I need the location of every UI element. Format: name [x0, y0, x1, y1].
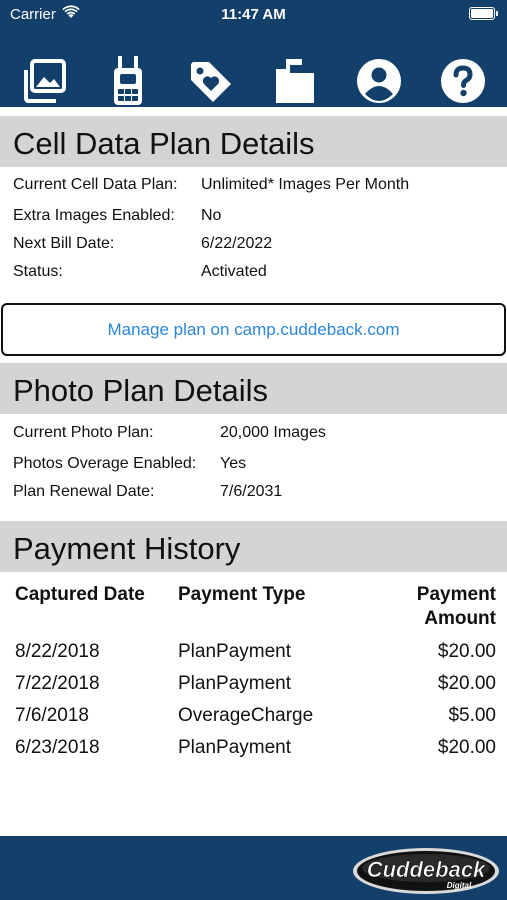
row-amount: $20.00 [437, 737, 496, 758]
row-date: 7/22/2018 [15, 673, 100, 694]
clock: 11:47 AM [221, 6, 286, 23]
row-date: 7/6/2018 [15, 705, 89, 726]
manage-plan-link[interactable]: Manage plan on camp.cuddeback.com [107, 320, 399, 340]
cell-plan-section-header: Cell Data Plan Details [0, 116, 507, 167]
folders-icon[interactable] [270, 56, 320, 106]
photos-overage-value: Yes [220, 455, 247, 472]
row-type: OverageCharge [178, 705, 314, 726]
photo-plan-label: Current Photo Plan: [13, 424, 154, 441]
status-label: Status: [13, 263, 63, 280]
row-date: 8/22/2018 [15, 641, 100, 662]
captured-date-header: Captured Date [15, 584, 145, 605]
cell-plan-label: Current Cell Data Plan: [13, 176, 178, 193]
app-header: Carrier 11:47 AM [0, 0, 507, 107]
camera-device-icon[interactable] [103, 56, 153, 106]
photo-plan-title: Photo Plan Details [13, 373, 269, 408]
row-amount: $20.00 [437, 641, 496, 662]
svg-text:Cuddeback: Cuddeback [367, 857, 487, 882]
payment-history-section-header: Payment History [0, 521, 507, 572]
payment-amount-header-line1: Payment [416, 584, 496, 605]
cell-plan-value: Unlimited* Images Per Month [201, 176, 410, 193]
battery-icon [469, 7, 498, 20]
extra-images-value: No [201, 207, 222, 224]
svg-text:Digital: Digital [447, 881, 472, 890]
photos-icon[interactable] [20, 56, 70, 106]
next-bill-date-label: Next Bill Date: [13, 235, 115, 252]
status-bar: Carrier 11:47 AM [0, 0, 507, 28]
extra-images-label: Extra Images Enabled: [13, 207, 175, 224]
photo-plan-section-header: Photo Plan Details [0, 363, 507, 414]
payment-history-title: Payment History [13, 531, 241, 566]
payment-type-header: Payment Type [178, 584, 306, 605]
photo-plan-value: 20,000 Images [220, 424, 326, 441]
payment-amount-header-line2: Amount [424, 608, 496, 629]
app-footer: Cuddeback Digital [0, 836, 507, 900]
row-type: PlanPayment [178, 737, 292, 758]
plan-renewal-label: Plan Renewal Date: [13, 483, 155, 500]
manage-plan-button[interactable]: Manage plan on camp.cuddeback.com [1, 303, 506, 356]
photos-overage-label: Photos Overage Enabled: [13, 455, 197, 472]
help-icon[interactable] [438, 56, 488, 106]
row-date: 6/23/2018 [15, 737, 100, 758]
next-bill-date-value: 6/22/2022 [201, 235, 273, 252]
row-amount: $5.00 [448, 705, 496, 726]
row-amount: $20.00 [437, 673, 496, 694]
account-icon[interactable] [354, 56, 404, 106]
row-type: PlanPayment [178, 673, 292, 694]
cell-plan-title: Cell Data Plan Details [13, 126, 315, 161]
cuddeback-logo: Cuddeback Digital [351, 844, 501, 900]
status-value: Activated [201, 263, 267, 280]
row-type: PlanPayment [178, 641, 292, 662]
main-toolbar [0, 56, 507, 106]
plan-renewal-value: 7/6/2031 [220, 483, 283, 500]
tags-icon[interactable] [186, 56, 236, 106]
